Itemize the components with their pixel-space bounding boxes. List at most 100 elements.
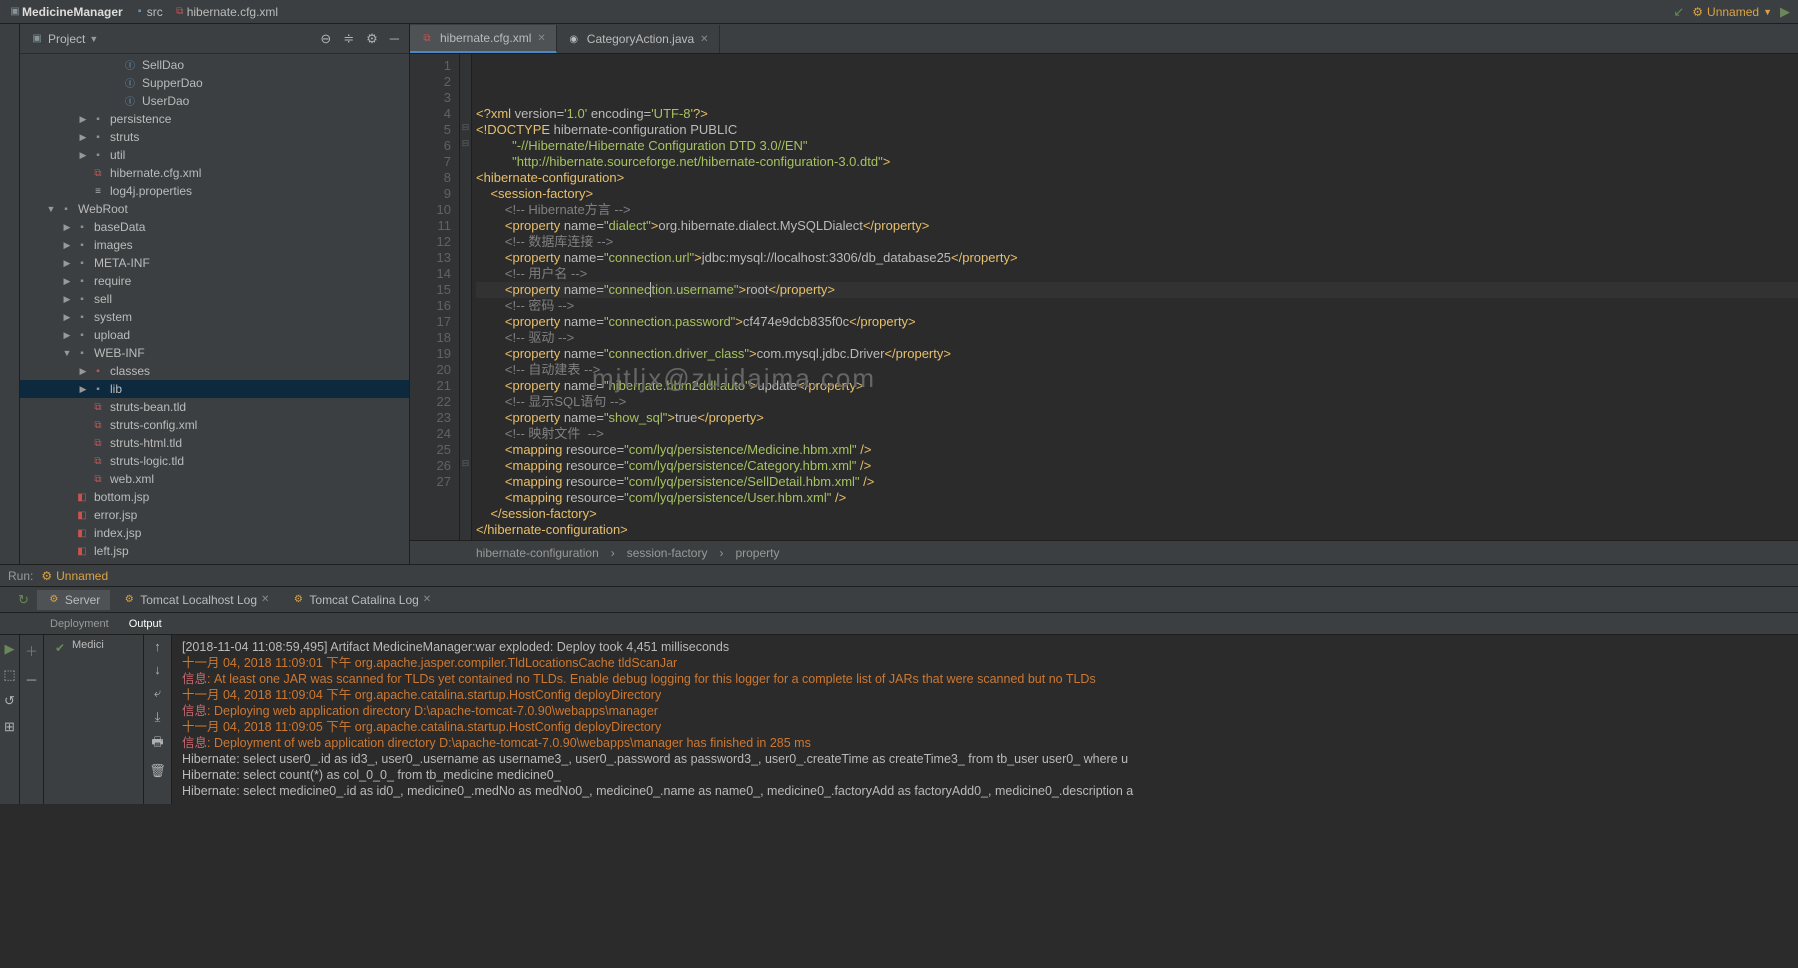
breadcrumb-project[interactable]: ▣ MedicineManager	[8, 5, 123, 19]
int-icon: Ⓘ	[122, 76, 138, 91]
remove-button[interactable]: －	[25, 670, 38, 689]
tree-item-struts-html-tld[interactable]: ⧉struts-html.tld	[20, 434, 409, 452]
tree-item-struts-bean-tld[interactable]: ⧉struts-bean.tld	[20, 398, 409, 416]
tree-item-left-jsp[interactable]: ◧left.jsp	[20, 542, 409, 560]
breadcrumb-label: hibernate.cfg.xml	[187, 5, 278, 19]
tree-item-struts-logic-tld[interactable]: ⧉struts-logic.tld	[20, 452, 409, 470]
tree-arrow-icon[interactable]: ▶	[60, 294, 74, 305]
rerun-button[interactable]: ↻	[18, 592, 29, 608]
project-tree[interactable]: ⒾSellDaoⒾSupperDaoⒾUserDao▶▪persistence▶…	[20, 54, 409, 564]
close-icon[interactable]: ✕	[423, 594, 431, 605]
tree-item-meta-inf[interactable]: ▶▪META-INF	[20, 254, 409, 272]
console-line: 信息: At least one JAR was scanned for TLD…	[182, 671, 1788, 687]
scroll-up-icon[interactable]: ↑	[154, 639, 161, 654]
tree-arrow-icon[interactable]: ▶	[60, 312, 74, 323]
collapse-icon[interactable]: ⊖	[320, 31, 331, 47]
tree-item-label: error.jsp	[94, 508, 137, 522]
chevron-down-icon[interactable]: ▼	[89, 34, 98, 44]
tree-item-util[interactable]: ▶▪util	[20, 146, 409, 164]
scroll-down-icon[interactable]: ↓	[154, 662, 161, 677]
layout-button[interactable]: ⊞	[4, 719, 15, 735]
scroll-to-end-icon[interactable]: ⤓	[155, 709, 161, 725]
breadcrumb-src[interactable]: ▪ src	[133, 5, 163, 19]
tree-item-upload[interactable]: ▶▪upload	[20, 326, 409, 344]
clear-icon[interactable]: 🗑	[149, 763, 166, 779]
breadcrumb-file[interactable]: ⧉ hibernate.cfg.xml	[173, 5, 278, 19]
project-name-label: MedicineManager	[22, 5, 123, 19]
artifact-name[interactable]: Medici	[72, 639, 104, 800]
code-editor[interactable]: 1234567891011121314151617181920212223242…	[410, 54, 1798, 540]
tree-arrow-icon[interactable]: ▶	[76, 114, 90, 125]
tree-item-persistence[interactable]: ▶▪persistence	[20, 110, 409, 128]
run-button[interactable]: ▶	[1780, 4, 1790, 20]
tree-item-images[interactable]: ▶▪images	[20, 236, 409, 254]
refresh-button[interactable]: ↺	[4, 693, 15, 709]
tree-arrow-icon[interactable]: ▶	[76, 366, 90, 377]
bottom-tab-tomcat-catalina-log[interactable]: ⚙Tomcat Catalina Log✕	[281, 590, 441, 610]
tree-arrow-icon[interactable]: ▶	[60, 258, 74, 269]
soft-wrap-icon[interactable]: ⤶	[154, 685, 161, 701]
tree-arrow-icon[interactable]: ▶	[76, 384, 90, 395]
build-button[interactable]: ↙	[1673, 4, 1684, 20]
bottom-tab-tomcat-localhost-log[interactable]: ⚙Tomcat Localhost Log✕	[112, 590, 279, 610]
tree-arrow-icon[interactable]: ▶	[60, 240, 74, 251]
gear-icon[interactable]: ⚙	[366, 31, 378, 47]
output-tab[interactable]: Output	[129, 618, 162, 630]
tree-item-hibernate-cfg-xml[interactable]: ⧉hibernate.cfg.xml	[20, 164, 409, 182]
folder-icon: ▣	[8, 5, 22, 19]
tree-arrow-icon[interactable]: ▶	[60, 330, 74, 341]
tree-item-userdao[interactable]: ⒾUserDao	[20, 92, 409, 110]
xml-icon: ⧉	[90, 435, 106, 451]
close-icon[interactable]: ✕	[261, 594, 269, 605]
code-content[interactable]: mjtljx@zuidaima.com <?xml version='1.0' …	[472, 54, 1798, 540]
breadcrumb-element[interactable]: session-factory	[627, 546, 708, 560]
tree-item-basedata[interactable]: ▶▪baseData	[20, 218, 409, 236]
tree-arrow-icon[interactable]: ▶	[60, 276, 74, 287]
tree-item-bottom-jsp[interactable]: ◧bottom.jsp	[20, 488, 409, 506]
tree-item-supperdao[interactable]: ⒾSupperDao	[20, 74, 409, 92]
tree-item-system[interactable]: ▶▪system	[20, 308, 409, 326]
tree-item-web-inf[interactable]: ▼▪WEB-INF	[20, 344, 409, 362]
add-button[interactable]: ＋	[25, 641, 38, 660]
tree-item-classes[interactable]: ▶▪classes	[20, 362, 409, 380]
deployment-tab[interactable]: Deployment	[50, 618, 109, 630]
tree-item-error-jsp[interactable]: ◧error.jsp	[20, 506, 409, 524]
breadcrumb-element[interactable]: hibernate-configuration	[476, 546, 599, 560]
stop-button[interactable]: ▶	[5, 641, 15, 657]
tree-item-index-jsp[interactable]: ◧index.jsp	[20, 524, 409, 542]
editor-tab-categoryaction-java[interactable]: ◉CategoryAction.java✕	[557, 25, 720, 53]
tree-item-require[interactable]: ▶▪require	[20, 272, 409, 290]
tree-item-log4j-properties[interactable]: ≡log4j.properties	[20, 182, 409, 200]
tree-arrow-icon[interactable]: ▼	[60, 348, 74, 358]
tree-item-webroot[interactable]: ▼▪WebRoot	[20, 200, 409, 218]
tree-item-struts-config-xml[interactable]: ⧉struts-config.xml	[20, 416, 409, 434]
left-tool-stripe[interactable]	[0, 24, 20, 564]
console-line: 十一月 04, 2018 11:09:04 下午 org.apache.cata…	[182, 687, 1788, 703]
folder-icon: ▪	[74, 345, 90, 361]
tree-arrow-icon[interactable]: ▶	[76, 132, 90, 143]
print-icon[interactable]: 🖶	[151, 733, 163, 755]
tree-item-sell[interactable]: ▶▪sell	[20, 290, 409, 308]
run-config-selector[interactable]: ⚙ Unnamed ▼	[1692, 5, 1772, 19]
editor-tab-hibernate-cfg-xml[interactable]: ⧉hibernate.cfg.xml✕	[410, 25, 557, 53]
tree-item-struts[interactable]: ▶▪struts	[20, 128, 409, 146]
run-config-display[interactable]: ⚙ Unnamed	[41, 569, 108, 583]
tree-arrow-icon[interactable]: ▶	[60, 222, 74, 233]
tree-item-selldao[interactable]: ⒾSellDao	[20, 56, 409, 74]
breadcrumb-element[interactable]: property	[735, 546, 779, 560]
hide-icon[interactable]: ─	[390, 31, 399, 47]
console-output[interactable]: [2018-11-04 11:08:59,495] Artifact Medic…	[172, 635, 1798, 804]
bottom-tab-server[interactable]: ⚙Server	[37, 590, 110, 610]
fold-column[interactable]: ⊟⊟⊟	[460, 54, 472, 540]
tree-item-lib[interactable]: ▶▪lib	[20, 380, 409, 398]
expand-icon[interactable]: ≑	[343, 31, 354, 47]
close-icon[interactable]: ✕	[537, 33, 545, 44]
debug-button[interactable]: ⬚	[3, 667, 15, 683]
close-icon[interactable]: ✕	[700, 34, 708, 45]
prop-icon: ≡	[90, 183, 106, 199]
tree-arrow-icon[interactable]: ▼	[44, 204, 58, 214]
tree-item-web-xml[interactable]: ⧉web.xml	[20, 470, 409, 488]
folder-icon: ▪	[74, 327, 90, 343]
tree-arrow-icon[interactable]: ▶	[76, 150, 90, 161]
java-file-icon: ◉	[567, 32, 581, 46]
